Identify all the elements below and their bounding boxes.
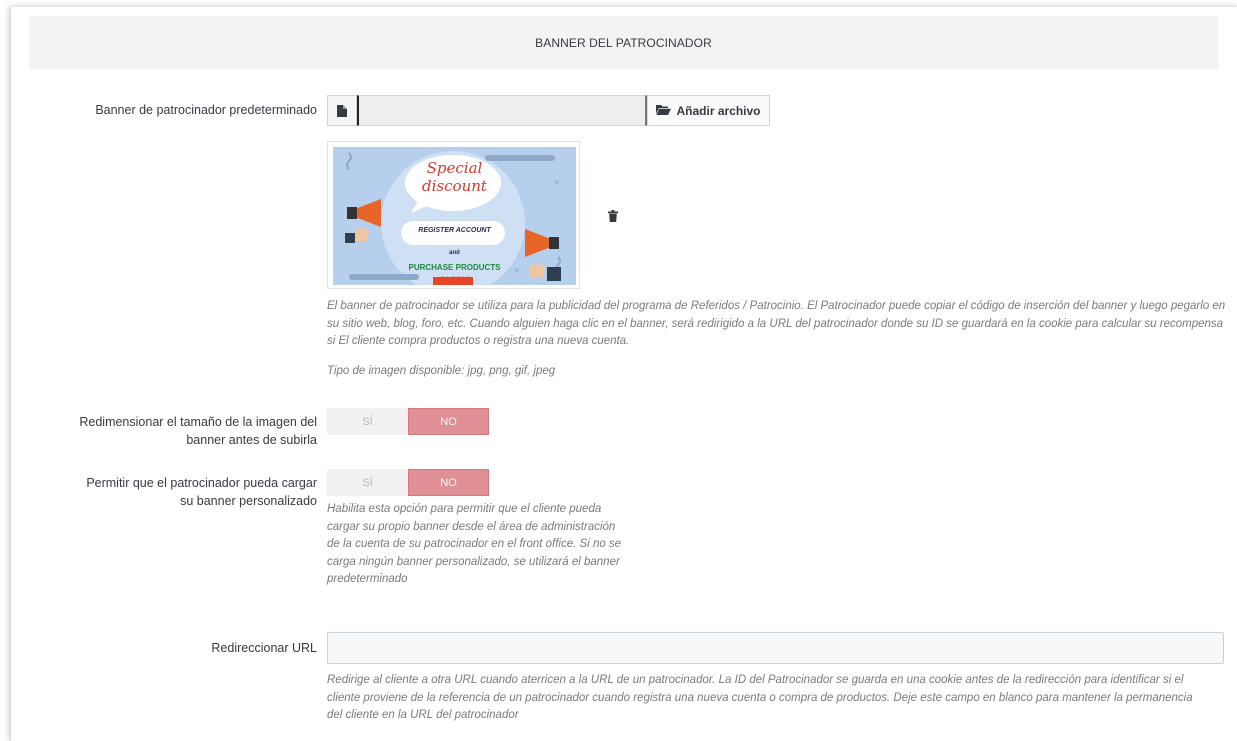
resize-no-option[interactable]: NO [408, 408, 489, 435]
allow-custom-label-line1: Permitir que el patrocinador pueda carga… [86, 476, 317, 490]
panel-title: BANNER DEL PATROCINADOR [535, 35, 712, 50]
image-types-help: Tipo de imagen disponible: jpg, png, gif… [327, 365, 556, 377]
panel-heading: BANNER DEL PATROCINADOR [29, 16, 1218, 69]
banner-text-register: REGISTER ACCOUNT [418, 227, 491, 234]
folder-open-icon [656, 104, 672, 118]
allow-custom-yes-option[interactable]: SÍ [327, 469, 408, 496]
banner-text-discount: discount [422, 177, 487, 195]
resize-switch: SÍ NO [327, 408, 489, 435]
resize-label: Redimensionar el tamaño de la imagen del… [79, 413, 317, 449]
resize-yes-option[interactable]: SÍ [327, 408, 408, 435]
add-file-label: Añadir archivo [676, 103, 761, 118]
file-upload-group: Añadir archivo [327, 95, 770, 126]
banner-text-purchase: PURCHASE PRODUCTS [408, 263, 501, 272]
banner-text-and: and [449, 250, 460, 256]
redirect-url-input[interactable] [327, 632, 1224, 664]
banner-thumbnail: × × Special discount REGISTER ACCOUNT an… [327, 141, 580, 289]
redirect-url-label: Redireccionar URL [211, 641, 317, 655]
allow-custom-label: Permitir que el patrocinador pueda carga… [86, 474, 317, 510]
trash-icon[interactable] [608, 209, 618, 222]
file-icon [327, 95, 357, 126]
resize-label-line2: banner antes de subirla [186, 433, 317, 447]
allow-custom-no-option[interactable]: NO [408, 469, 489, 496]
banner-text-special: Special [426, 159, 483, 177]
file-name-input[interactable] [357, 95, 647, 126]
resize-label-line1: Redimensionar el tamaño de la imagen del [79, 415, 317, 429]
banner-image: × × Special discount REGISTER ACCOUNT an… [333, 147, 576, 285]
allow-custom-label-line2: su banner personalizado [180, 494, 317, 508]
allow-custom-help: Habilita esta opción para permitir que e… [327, 503, 622, 585]
allow-custom-switch: SÍ NO [327, 469, 489, 496]
redirect-url-help: Redirige al cliente a otra URL cuando at… [327, 674, 1193, 721]
default-banner-help: El banner de patrocinador se utiliza par… [327, 300, 1226, 347]
default-banner-label: Banner de patrocinador predeterminado [95, 103, 317, 117]
banner-text-now: NOW [441, 275, 468, 285]
add-file-button[interactable]: Añadir archivo [647, 95, 770, 126]
